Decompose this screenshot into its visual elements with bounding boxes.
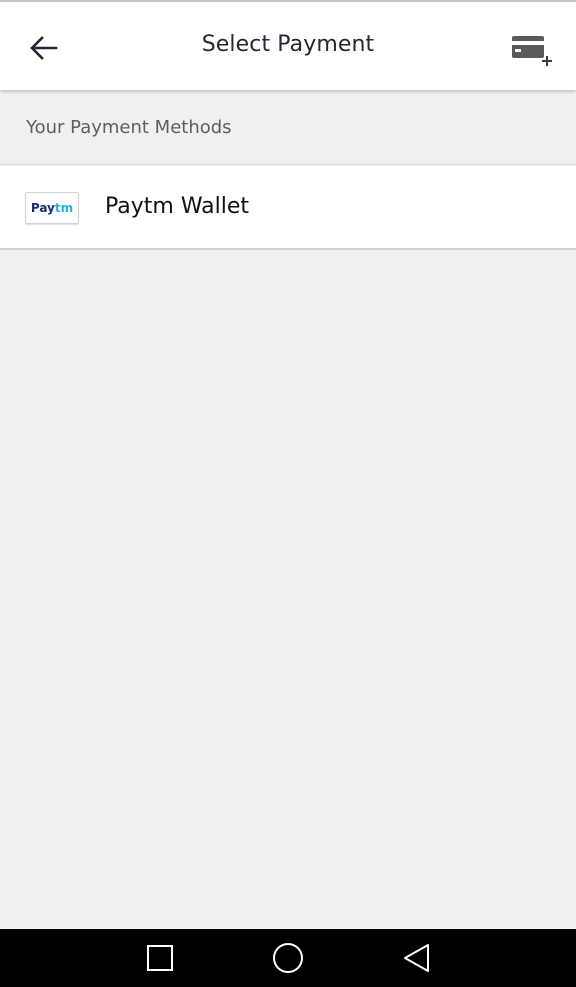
app-bar: Select Payment [0, 0, 576, 90]
paytm-logo: Pay tm [25, 192, 79, 224]
add-payment-button[interactable] [508, 30, 556, 70]
page-title: Select Payment [201, 32, 375, 57]
add-card-icon [512, 36, 552, 66]
home-icon [273, 943, 303, 973]
payment-method-label: Paytm Wallet [105, 194, 250, 219]
system-nav-bar [0, 929, 576, 987]
paytm-logo-tm: tm [54, 201, 74, 215]
home-button[interactable] [266, 938, 310, 978]
screen: Select Payment Your Payment Methods Pay t… [0, 0, 576, 987]
back-icon [404, 944, 429, 972]
paytm-logo-pay: Pay [30, 201, 55, 215]
recent-apps-icon [147, 945, 173, 971]
section-header: Your Payment Methods [0, 91, 576, 165]
recent-apps-button[interactable] [138, 938, 182, 978]
payment-method-row[interactable]: Pay tm Paytm Wallet [0, 166, 576, 250]
system-back-button[interactable] [394, 938, 438, 978]
